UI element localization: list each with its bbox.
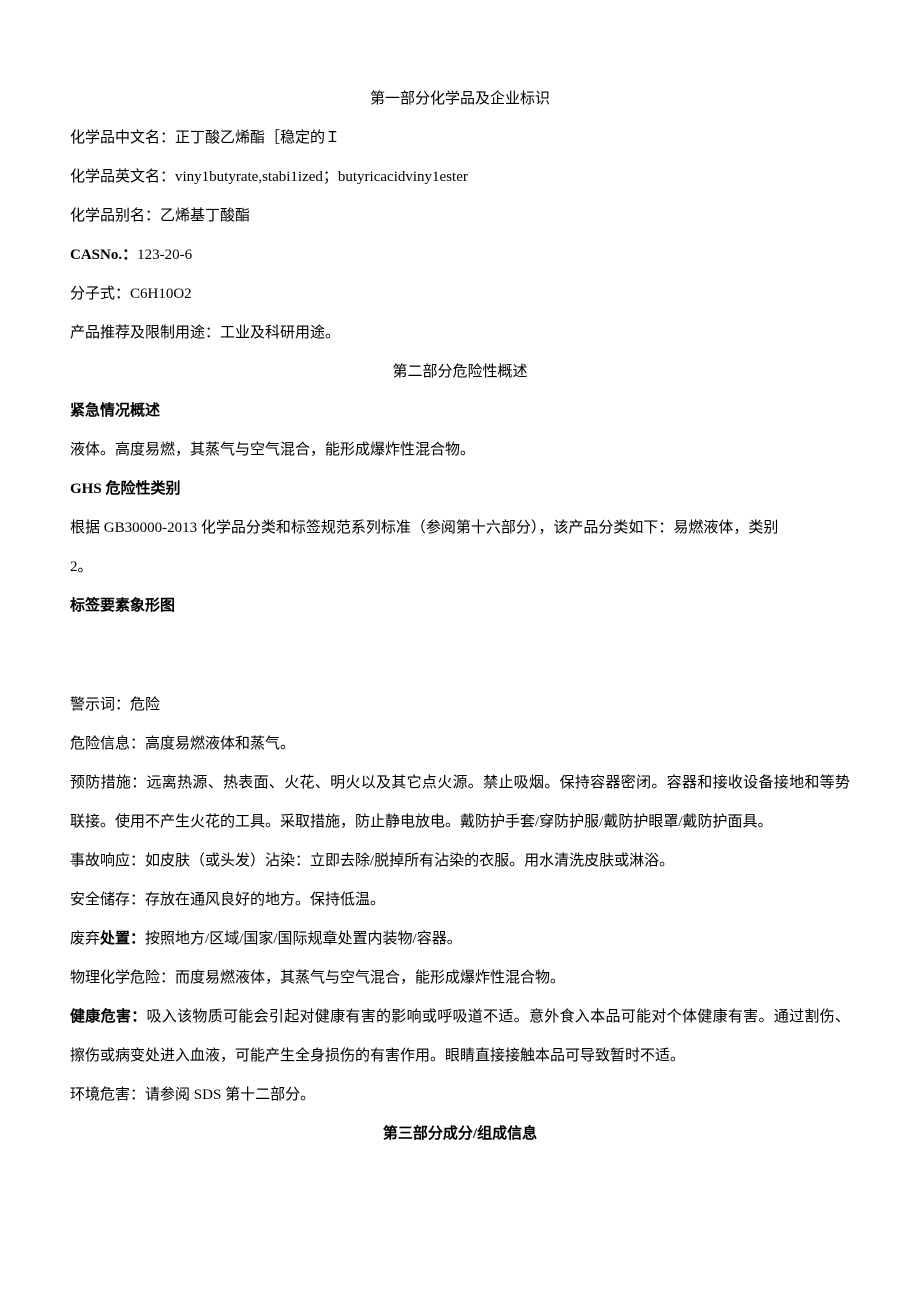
cas-number: CASNo.：123-20-6: [70, 236, 850, 275]
response-statement: 事故响应：如皮肤（或头发）沾染：立即去除/脱掉所有沾染的衣服。用水清洗皮肤或淋浴…: [70, 842, 850, 881]
ghs-heading-rest: 危险性类别: [102, 481, 181, 497]
en-name-label: 化学品英文名：: [70, 169, 175, 185]
env-value-3: 第十二部分。: [221, 1087, 315, 1103]
signal-word: 警示词：危险: [70, 686, 850, 725]
hazard-value: 高度易燃液体和蒸气。: [145, 736, 295, 752]
ghs-heading-prefix: GHS: [70, 481, 102, 497]
disposal-statement: 废弃处置：按照地方/区域/国家/国际规章处置内装物/容器。: [70, 920, 850, 959]
health-hazard: 健康危害：吸入该物质可能会引起对健康有害的影响或呼吸道不适。意外食入本品可能对个…: [70, 998, 850, 1076]
prevent-value: 远离热源、热表面、火花、明火以及其它点火源。禁止吸烟。保持容器密闭。容器和接收设…: [70, 775, 850, 830]
prevention-statement: 预防措施：远离热源、热表面、火花、明火以及其它点火源。禁止吸烟。保持容器密闭。容…: [70, 764, 850, 842]
physchem-value: 而度易燃液体，其蒸气与空气混合，能形成爆炸性混合物。: [175, 970, 565, 986]
env-value-2: SDS: [194, 1087, 222, 1103]
hazard-label: 危险信息：: [70, 736, 145, 752]
alias-label: 化学品别名：: [70, 208, 160, 224]
response-label: 事故响应：: [70, 853, 145, 869]
hazard-statement: 危险信息：高度易燃液体和蒸气。: [70, 725, 850, 764]
ghs-classification: 根据 GB30000-2013 化学品分类和标签规范系列标准（参阅第十六部分），…: [70, 509, 850, 548]
ghs-classification-2: 2。: [70, 548, 850, 587]
ghs-heading: GHS 危险性类别: [70, 470, 850, 509]
ghs-text-1: 根据: [70, 520, 104, 536]
disposal-prefix: 废弃: [70, 931, 100, 947]
environment-hazard: 环境危害：请参阅 SDS 第十二部分。: [70, 1076, 850, 1115]
health-value: 吸入该物质可能会引起对健康有害的影响或呼吸道不适。意外食入本品可能对个体健康有害…: [70, 1009, 850, 1064]
env-label: 环境危害：: [70, 1087, 145, 1103]
cn-name-value: 正丁酸乙烯酯［稳定的Ｉ: [175, 130, 340, 146]
storage-value: 存放在通风良好的地方。保持低温。: [145, 892, 385, 908]
en-name-value: viny1butyrate,stabi1ized；butyricacidviny…: [175, 169, 468, 185]
health-label: 健康危害：: [70, 1009, 147, 1025]
ghs-text-2: GB30000-2013: [104, 520, 197, 536]
signal-value: 危险: [130, 697, 160, 713]
cn-name-label: 化学品中文名：: [70, 130, 175, 146]
signal-label: 警示词：: [70, 697, 130, 713]
section-3-title: 第三部分成分/组成信息: [70, 1115, 850, 1154]
ghs-text-4: 2。: [70, 559, 93, 575]
molecular-formula: 分子式：C6H10O2: [70, 275, 850, 314]
formula-value: C6H10O2: [130, 286, 192, 302]
usage-value: 工业及科研用途。: [220, 325, 340, 341]
pictogram-heading: 标签要素象形图: [70, 587, 850, 626]
emergency-text: 液体。高度易燃，其蒸气与空气混合，能形成爆炸性混合物。: [70, 431, 850, 470]
alias-value: 乙烯基丁酸酯: [160, 208, 250, 224]
physchem-hazard: 物理化学危险：而度易燃液体，其蒸气与空气混合，能形成爆炸性混合物。: [70, 959, 850, 998]
pictogram-placeholder: [70, 626, 850, 686]
emergency-heading: 紧急情况概述: [70, 392, 850, 431]
cas-value: 123-20-6: [137, 247, 192, 263]
storage-label: 安全储存：: [70, 892, 145, 908]
physchem-label: 物理化学危险：: [70, 970, 175, 986]
chemical-cn-name: 化学品中文名：正丁酸乙烯酯［稳定的Ｉ: [70, 119, 850, 158]
section-2-title: 第二部分危险性概述: [70, 353, 850, 392]
ghs-text-3: 化学品分类和标签规范系列标准（参阅第十六部分），该产品分类如下：易燃液体，类别: [197, 520, 778, 536]
env-value-1: 请参阅: [145, 1087, 194, 1103]
response-value: 如皮肤（或头发）沾染：立即去除/脱掉所有沾染的衣服。用水清洗皮肤或淋浴。: [145, 853, 674, 869]
prevent-label: 预防措施：: [70, 775, 147, 791]
cas-label: CASNo.：: [70, 247, 137, 263]
usage-label: 产品推荐及限制用途：: [70, 325, 220, 341]
chemical-alias: 化学品别名：乙烯基丁酸酯: [70, 197, 850, 236]
disposal-bold: 处置：: [100, 931, 145, 947]
chemical-en-name: 化学品英文名：viny1butyrate,stabi1ized；butyrica…: [70, 158, 850, 197]
disposal-value: 按照地方/区域/国家/国际规章处置内装物/容器。: [145, 931, 462, 947]
formula-label: 分子式：: [70, 286, 130, 302]
section-1-title: 第一部分化学品及企业标识: [70, 80, 850, 119]
storage-statement: 安全储存：存放在通风良好的地方。保持低温。: [70, 881, 850, 920]
recommended-use: 产品推荐及限制用途：工业及科研用途。: [70, 314, 850, 353]
